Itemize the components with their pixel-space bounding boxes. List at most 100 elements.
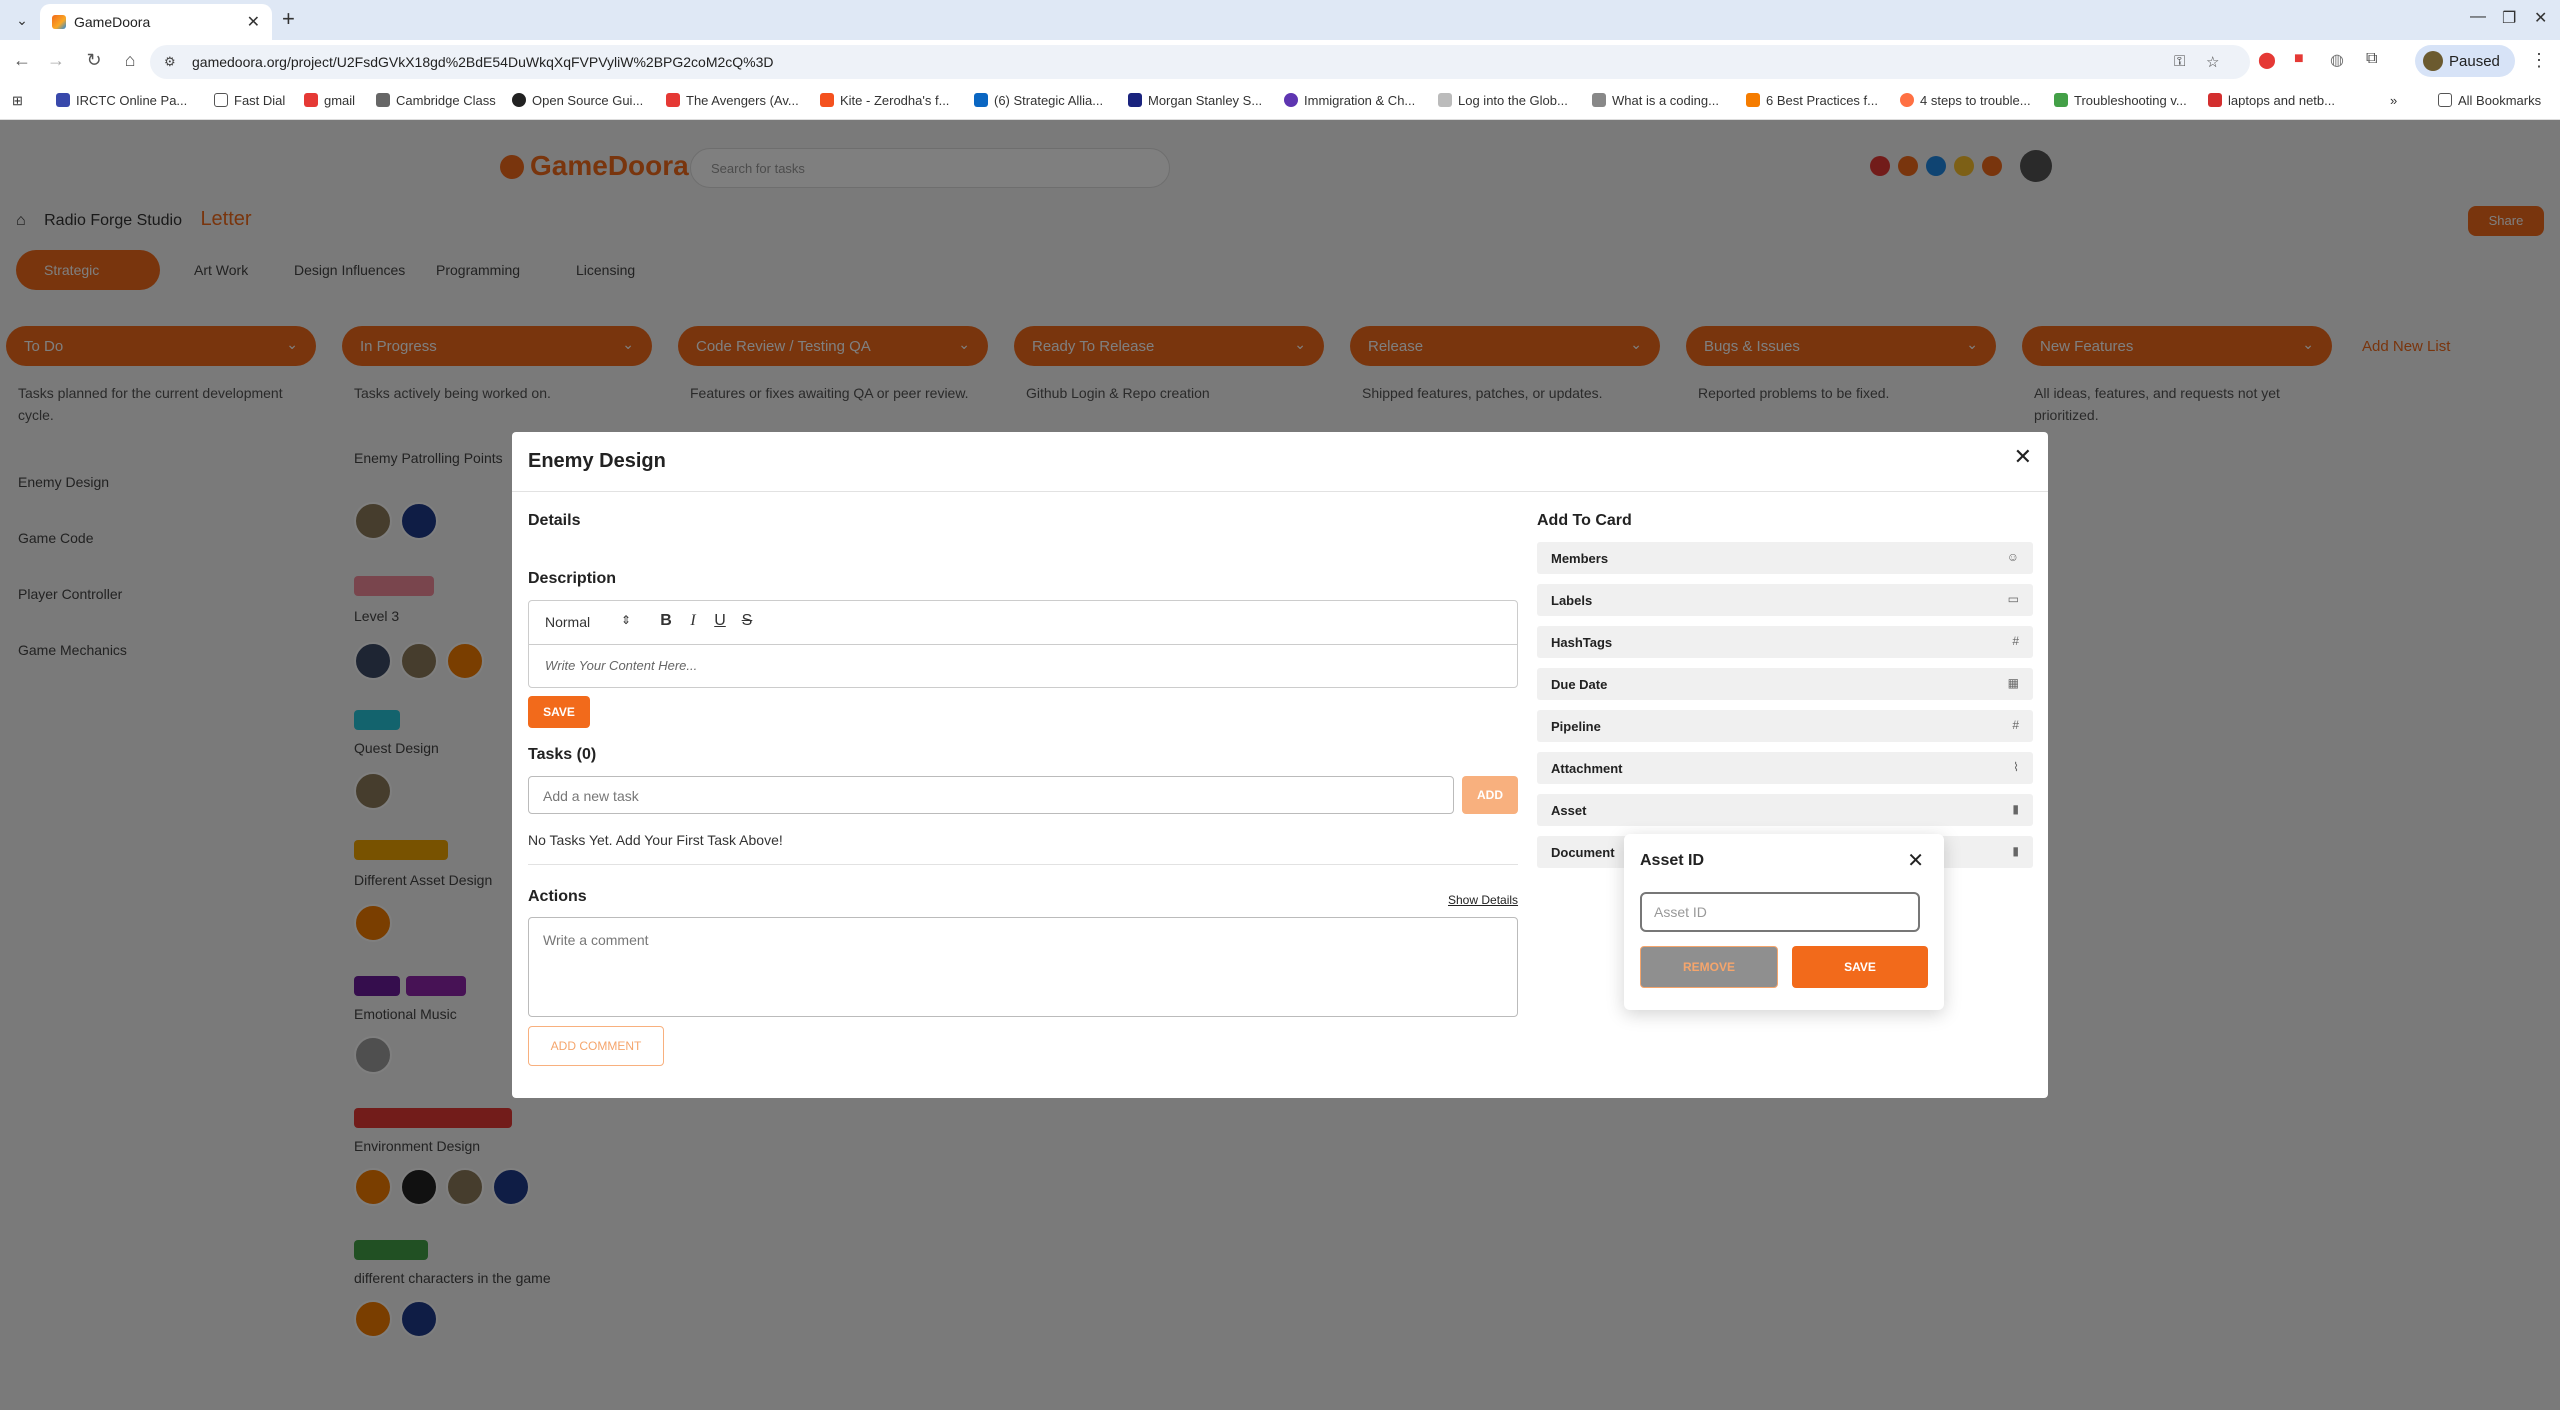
bookmark-item[interactable]: Immigration & Ch... xyxy=(1284,93,1415,108)
add-attachment-button[interactable]: Attachment ⌇ xyxy=(1537,752,2033,784)
youtube-icon xyxy=(666,93,680,107)
save-asset-button[interactable]: SAVE xyxy=(1792,946,1928,988)
site-info-icon[interactable]: ⚙ xyxy=(164,54,176,70)
url-text[interactable]: gamedoora.org/project/U2FsdGVkX18gd%2BdE… xyxy=(192,54,774,70)
person-icon: ☺ xyxy=(2006,550,2019,564)
tasks-heading: Tasks (0) xyxy=(528,746,597,763)
bookmarks-bar: ⊞ IRCTC Online Pa... Fast Dial gmail Cam… xyxy=(0,84,2560,120)
browser-menu-icon[interactable]: ⋮ xyxy=(2530,50,2548,71)
add-members-button[interactable]: Members ☺ xyxy=(1537,542,2033,574)
bookmark-item[interactable]: (6) Strategic Allia... xyxy=(974,93,1103,108)
new-task-input[interactable]: Add a new task xyxy=(528,776,1454,814)
restore-icon[interactable]: ❐ xyxy=(2502,8,2516,28)
bookmark-item[interactable]: 6 Best Practices f... xyxy=(1746,93,1878,108)
bookmarks-overflow-icon[interactable]: » xyxy=(2390,93,2397,108)
empty-tasks-message: No Tasks Yet. Add Your First Task Above! xyxy=(528,832,783,848)
remove-asset-button[interactable]: REMOVE xyxy=(1640,946,1778,988)
extension-gray-icon[interactable]: ◍ xyxy=(2330,50,2344,70)
add-asset-button[interactable]: Asset ▮ xyxy=(1537,794,2033,826)
add-to-card-heading: Add To Card xyxy=(1537,512,1632,529)
address-bar[interactable]: ⚙ gamedoora.org/project/U2FsdGVkX18gd%2B… xyxy=(150,45,2250,79)
bookmark-star-icon[interactable]: ☆ xyxy=(2206,53,2219,71)
asset-id-input[interactable] xyxy=(1640,892,1920,932)
extensions-puzzle-icon[interactable]: ⧉ xyxy=(2366,50,2377,68)
apps-grid-icon[interactable]: ⊞ xyxy=(12,93,23,109)
bookmark-item[interactable]: Log into the Glob... xyxy=(1438,93,1568,108)
show-details-link[interactable]: Show Details xyxy=(1448,893,1518,907)
bookmark-item[interactable]: IRCTC Online Pa... xyxy=(56,93,187,108)
underline-icon[interactable]: U xyxy=(711,612,729,630)
hash-icon: # xyxy=(2012,718,2019,732)
bookmark-favicon-icon xyxy=(1746,93,1760,107)
bookmark-item[interactable]: Open Source Gui... xyxy=(512,93,643,108)
window-close-icon[interactable]: ✕ xyxy=(2534,8,2547,28)
bookmark-favicon-icon xyxy=(2208,93,2222,107)
bookmark-item[interactable]: Morgan Stanley S... xyxy=(1128,93,1262,108)
hash-icon: # xyxy=(2012,634,2019,648)
bookmark-item[interactable]: The Avengers (Av... xyxy=(666,93,799,108)
add-labels-button[interactable]: Labels ▭ xyxy=(1537,584,2033,616)
password-key-icon[interactable]: ⚿ xyxy=(2174,53,2185,70)
github-icon xyxy=(512,93,526,107)
bold-icon[interactable]: B xyxy=(657,612,675,630)
add-pipeline-button[interactable]: Pipeline # xyxy=(1537,710,2033,742)
bookmark-item[interactable]: 4 steps to trouble... xyxy=(1900,93,2031,108)
profile-paused-button[interactable]: Paused xyxy=(2415,45,2515,77)
divider xyxy=(512,491,2048,492)
bookmark-item[interactable]: laptops and netb... xyxy=(2208,93,2335,108)
browser-tab-active[interactable]: GameDoora ✕ xyxy=(40,4,272,40)
text-format-select[interactable]: Normal xyxy=(545,614,590,630)
asset-id-popover: Asset ID ✕ REMOVE SAVE xyxy=(1624,834,1944,1010)
strikethrough-icon[interactable]: S xyxy=(738,612,756,630)
bookmark-item[interactable]: Cambridge Class xyxy=(376,93,496,108)
tab-list-chevron-icon[interactable]: ⌄ xyxy=(10,8,34,32)
bookmark-favicon-icon xyxy=(1284,93,1298,107)
profile-avatar xyxy=(2423,51,2443,71)
extension-red-shield-icon[interactable]: ⬤ xyxy=(2258,50,2276,70)
add-item-label: Document xyxy=(1551,845,1615,860)
linkedin-icon xyxy=(974,93,988,107)
add-task-button[interactable]: ADD xyxy=(1462,776,1518,814)
add-item-label: Labels xyxy=(1551,593,1593,608)
file-icon: ▮ xyxy=(2012,802,2019,816)
select-arrows-icon[interactable]: ⇕ xyxy=(621,613,631,627)
file-icon: ▮ xyxy=(2012,844,2019,858)
extension-video-icon[interactable]: ■ xyxy=(2294,50,2304,68)
bookmark-favicon-icon xyxy=(1900,93,1914,107)
description-editor: Normal ⇕ B I U S Write Your Content Here… xyxy=(528,600,1518,688)
add-hashtags-button[interactable]: HashTags # xyxy=(1537,626,2033,658)
forward-arrow-icon[interactable]: → xyxy=(44,50,68,71)
description-save-button[interactable]: SAVE xyxy=(528,696,590,728)
bookmark-favicon-icon xyxy=(1592,93,1606,107)
tab-close-icon[interactable]: ✕ xyxy=(247,12,260,32)
italic-icon[interactable]: I xyxy=(684,612,702,630)
bookmark-item[interactable]: Fast Dial xyxy=(214,93,285,108)
calendar-icon: ▦ xyxy=(2007,676,2019,690)
comment-textarea[interactable]: Write a comment xyxy=(528,917,1518,1017)
home-icon[interactable]: ⌂ xyxy=(118,50,142,71)
popover-title: Asset ID xyxy=(1640,852,1705,869)
editor-content[interactable]: Write Your Content Here... xyxy=(545,658,697,673)
bookmark-favicon-icon xyxy=(1438,93,1452,107)
add-due-date-button[interactable]: Due Date ▦ xyxy=(1537,668,2033,700)
bookmark-item[interactable]: gmail xyxy=(304,93,355,108)
bookmark-item[interactable]: Troubleshooting v... xyxy=(2054,93,2187,108)
reload-icon[interactable]: ↻ xyxy=(82,50,106,71)
new-tab-plus-icon[interactable]: + xyxy=(282,6,295,32)
close-icon[interactable]: ✕ xyxy=(2014,444,2032,470)
profile-status: Paused xyxy=(2449,53,2500,70)
minimize-icon[interactable]: — xyxy=(2470,8,2486,26)
kite-icon xyxy=(820,93,834,107)
bookmark-item[interactable]: What is a coding... xyxy=(1592,93,1719,108)
bookmark-item[interactable]: Kite - Zerodha's f... xyxy=(820,93,949,108)
description-heading: Description xyxy=(528,570,617,587)
gamedoora-favicon-icon xyxy=(52,15,66,29)
actions-heading: Actions xyxy=(528,888,587,905)
label-icon: ▭ xyxy=(2007,592,2019,606)
ms-icon xyxy=(1128,93,1142,107)
all-bookmarks[interactable]: All Bookmarks xyxy=(2438,93,2541,108)
add-comment-button[interactable]: ADD COMMENT xyxy=(528,1026,664,1066)
back-arrow-icon[interactable]: ← xyxy=(10,50,34,71)
gmail-icon xyxy=(304,93,318,107)
close-icon[interactable]: ✕ xyxy=(1907,848,1924,873)
